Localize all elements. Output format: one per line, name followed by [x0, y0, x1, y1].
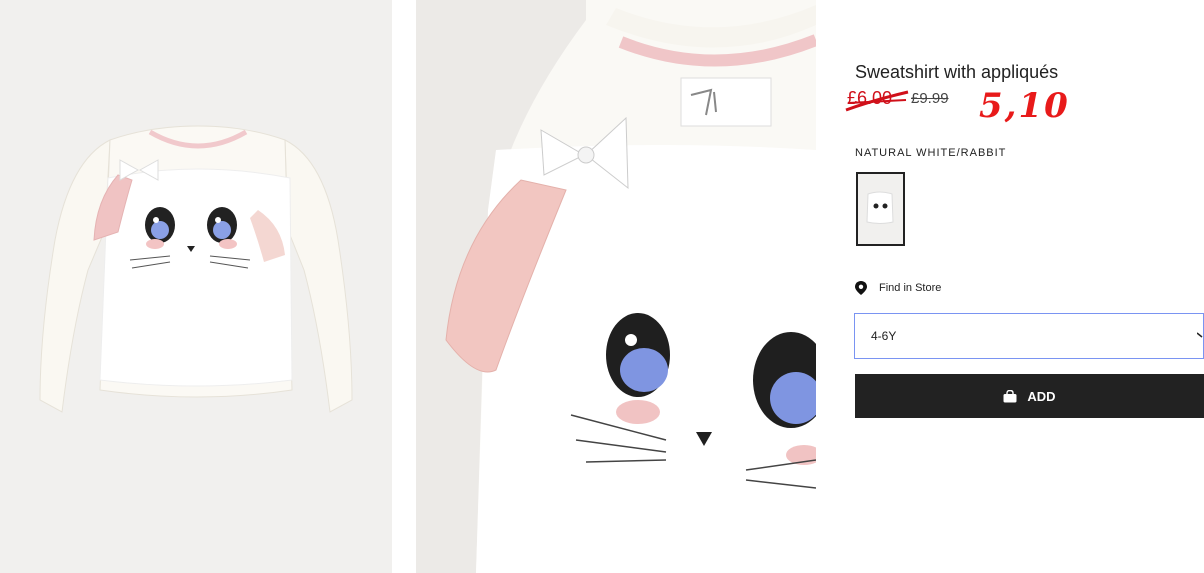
bag-icon: [1003, 389, 1017, 402]
price-scribble-mark: [845, 90, 909, 112]
original-price: £9.99: [911, 90, 949, 107]
find-in-store-label: Find in Store: [879, 282, 942, 294]
add-to-bag-button[interactable]: ADD: [855, 374, 1204, 418]
product-image-detail[interactable]: [416, 0, 816, 573]
find-in-store-link[interactable]: Find in Store: [855, 280, 941, 296]
product-title: Sweatshirt with appliqués: [855, 62, 1059, 82]
swatch-thumbnail: [858, 174, 903, 244]
color-name: NATURAL WHITE/RABBIT: [855, 147, 1007, 159]
chevron-down-icon: [1197, 332, 1203, 338]
size-select-value: 4-6Y: [871, 329, 897, 343]
handwritten-price-note: 5,10: [979, 86, 1070, 126]
color-swatch[interactable]: [856, 172, 905, 246]
size-select[interactable]: 4-6Y: [854, 313, 1204, 359]
add-button-label: ADD: [1027, 388, 1056, 404]
product-image-main[interactable]: [0, 0, 392, 573]
pin-icon: [855, 281, 867, 295]
